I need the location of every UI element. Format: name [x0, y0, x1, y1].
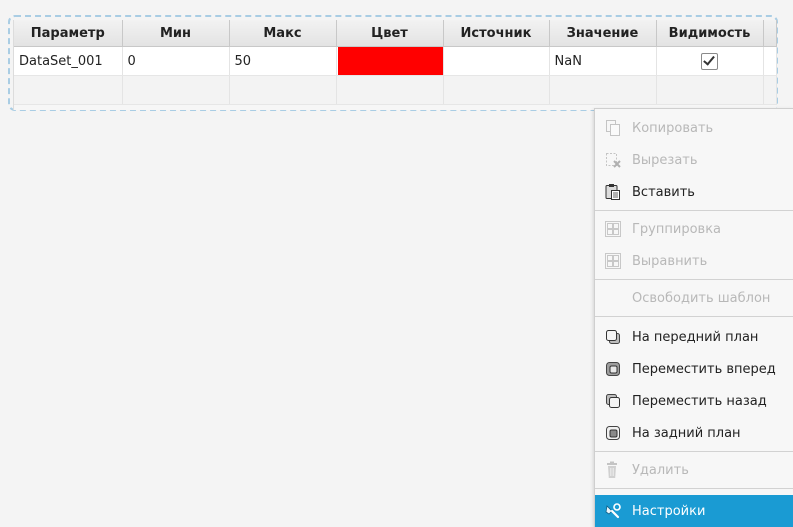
- paste-icon: [603, 182, 623, 202]
- column-header-visibility[interactable]: Видимость: [656, 20, 764, 47]
- bring-to-front-icon: [603, 327, 623, 347]
- menu-item-cut[interactable]: Вырезать: [595, 144, 793, 176]
- menu-item-copy[interactable]: Копировать: [595, 112, 793, 144]
- menu-item-bring-forward[interactable]: Переместить вперед: [595, 353, 793, 385]
- empty-cell[interactable]: [549, 75, 657, 105]
- empty-cell: [763, 75, 777, 105]
- menu-separator: [595, 451, 793, 452]
- trash-icon: [603, 460, 623, 480]
- cell-min[interactable]: 0: [122, 46, 230, 76]
- context-menu: Копировать Вырезать Вставить Группировка…: [594, 108, 793, 527]
- cell-max[interactable]: 50: [229, 46, 337, 76]
- cell-parameter[interactable]: DataSet_001: [14, 46, 123, 76]
- menu-item-label: Переместить назад: [632, 393, 767, 409]
- menu-item-settings[interactable]: Настройки: [595, 495, 793, 527]
- menu-separator: [595, 210, 793, 211]
- menu-separator: [595, 488, 793, 489]
- color-swatch[interactable]: [337, 47, 442, 75]
- menu-item-delete[interactable]: Удалить: [595, 454, 793, 486]
- menu-item-label: Переместить вперед: [632, 361, 776, 377]
- table-header-row: Параметр Мин Макс Цвет Источник Значение…: [14, 20, 777, 47]
- parameters-table[interactable]: Параметр Мин Макс Цвет Источник Значение…: [13, 20, 777, 110]
- column-header-value[interactable]: Значение: [549, 20, 657, 47]
- menu-item-label: Освободить шаблон: [632, 290, 771, 306]
- menu-item-label: Вставить: [632, 184, 695, 200]
- menu-item-label: Настройки: [632, 503, 706, 519]
- column-header-filler: [763, 20, 777, 47]
- align-icon: [603, 251, 623, 271]
- empty-cell[interactable]: [14, 75, 123, 105]
- menu-item-group[interactable]: Группировка: [595, 213, 793, 245]
- empty-cell[interactable]: [122, 75, 230, 105]
- column-header-color[interactable]: Цвет: [336, 20, 444, 47]
- cell-value[interactable]: NaN: [549, 46, 657, 76]
- menu-item-label: На задний план: [632, 425, 741, 441]
- column-header-source[interactable]: Источник: [443, 20, 550, 47]
- send-to-back-icon: [603, 423, 623, 443]
- menu-item-release-template[interactable]: Освободить шаблон: [595, 282, 793, 314]
- menu-item-label: На передний план: [632, 329, 759, 345]
- column-header-parameter[interactable]: Параметр: [14, 20, 123, 47]
- table-row[interactable]: DataSet_001 0 50 NaN: [14, 46, 777, 76]
- bring-forward-icon: [603, 359, 623, 379]
- menu-separator: [595, 279, 793, 280]
- column-header-max[interactable]: Макс: [229, 20, 337, 47]
- menu-item-send-backward[interactable]: Переместить назад: [595, 385, 793, 417]
- visibility-checkbox[interactable]: [701, 52, 718, 70]
- empty-cell[interactable]: [443, 75, 550, 105]
- menu-item-align[interactable]: Выравнить: [595, 245, 793, 277]
- column-header-min[interactable]: Мин: [122, 20, 230, 47]
- cell-filler: [763, 46, 777, 76]
- empty-cell[interactable]: [656, 75, 764, 105]
- menu-item-label: Удалить: [632, 462, 689, 478]
- menu-item-label: Копировать: [632, 120, 714, 136]
- menu-separator: [595, 316, 793, 317]
- settings-icon: [603, 501, 623, 521]
- menu-item-label: Выравнить: [632, 253, 708, 269]
- table-row-empty[interactable]: [14, 75, 777, 105]
- menu-item-label: Группировка: [632, 221, 722, 237]
- cell-color[interactable]: [336, 46, 444, 76]
- send-backward-icon: [603, 391, 623, 411]
- cell-source[interactable]: [443, 46, 550, 76]
- menu-item-bring-to-front[interactable]: На передний план: [595, 321, 793, 353]
- group-icon: [603, 219, 623, 239]
- menu-item-label: Вырезать: [632, 152, 698, 168]
- empty-cell[interactable]: [336, 75, 444, 105]
- menu-item-paste[interactable]: Вставить: [595, 176, 793, 208]
- menu-item-send-to-back[interactable]: На задний план: [595, 417, 793, 449]
- cell-visibility[interactable]: [656, 46, 764, 76]
- empty-cell[interactable]: [229, 75, 337, 105]
- cut-icon: [603, 150, 623, 170]
- copy-icon: [603, 118, 623, 138]
